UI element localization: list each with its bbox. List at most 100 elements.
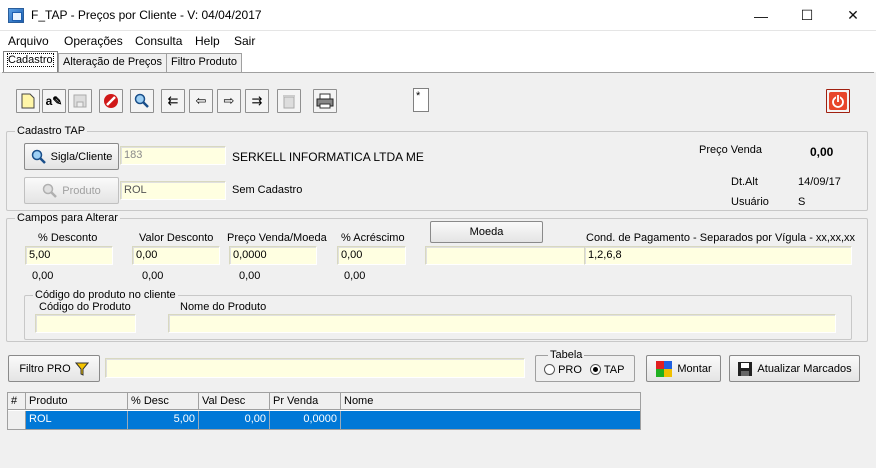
pro-radio[interactable] xyxy=(544,364,555,375)
montar-label: Montar xyxy=(677,362,712,375)
produto-field[interactable]: ROL xyxy=(120,181,226,200)
pct-acrescimo-label: % Acréscimo xyxy=(341,232,405,244)
edit-text-icon: a✎ xyxy=(45,94,63,108)
pct-desconto-field[interactable]: 5,00 xyxy=(25,246,113,265)
atualizar-marcados-button[interactable]: Atualizar Marcados xyxy=(729,355,860,382)
maximize-button[interactable]: ☐ xyxy=(784,0,830,31)
menu-sair[interactable]: Sair xyxy=(234,34,255,48)
grid-header-pr-venda[interactable]: Pr Venda xyxy=(270,393,341,410)
tab-cadastro[interactable]: Cadastro xyxy=(3,51,58,72)
menu-help[interactable]: Help xyxy=(195,34,220,48)
grid-header-nome[interactable]: Nome xyxy=(341,393,640,410)
new-document-icon xyxy=(21,93,35,109)
window-title: F_TAP - Preços por Cliente - V: 04/04/20… xyxy=(31,8,262,22)
tap-radio[interactable] xyxy=(590,364,601,375)
tab-filtro-produto[interactable]: Filtro Produto xyxy=(166,53,243,72)
grid-row-marker[interactable] xyxy=(8,411,26,429)
codigo-produto-field[interactable] xyxy=(35,314,136,333)
power-icon xyxy=(829,92,847,110)
close-button[interactable]: ✕ xyxy=(830,0,876,31)
grid-cell-desc[interactable]: 5,00 xyxy=(128,411,199,429)
grid-cell-nome[interactable] xyxy=(341,411,640,429)
preco-venda-label: Preço Venda xyxy=(699,144,762,156)
codigo-produto-label: Código do Produto xyxy=(39,301,131,313)
first-arrow-icon: ⇇ xyxy=(167,93,179,108)
cond-pagamento-field[interactable]: 1,2,6,8 xyxy=(584,246,852,265)
produto-button[interactable]: Produto xyxy=(24,177,119,204)
tabela-label: Tabela xyxy=(548,349,585,361)
save-button[interactable] xyxy=(68,89,92,113)
valor-desconto-field[interactable]: 0,00 xyxy=(132,246,220,265)
prev-arrow-icon: ⇦ xyxy=(195,93,207,108)
grid-cell-pr-venda[interactable]: 0,0000 xyxy=(270,411,341,429)
preco-moeda-field[interactable]: 0,0000 xyxy=(229,246,317,265)
preco-moeda-calc: 0,00 xyxy=(239,270,261,282)
filtro-pro-button[interactable]: Filtro PRO xyxy=(8,355,100,382)
minimize-button[interactable]: — xyxy=(738,0,784,31)
tabela-pro-option[interactable]: PRO xyxy=(544,364,582,376)
grid-cell-val-desc[interactable]: 0,00 xyxy=(199,411,270,429)
menu-consulta[interactable]: Consulta xyxy=(135,34,182,48)
tap-radio-label: TAP xyxy=(603,364,625,376)
produto-button-label: Produto xyxy=(62,184,101,197)
sigla-cliente-button[interactable]: Sigla/Cliente xyxy=(24,143,119,170)
cancel-button[interactable] xyxy=(99,89,123,113)
title-bar: F_TAP - Preços por Cliente - V: 04/04/20… xyxy=(0,0,876,31)
last-arrow-icon: ⇉ xyxy=(251,93,263,108)
montar-button[interactable]: Montar xyxy=(646,355,721,382)
grid-header-index[interactable]: # xyxy=(8,393,26,410)
pro-radio-label: PRO xyxy=(558,364,582,376)
cond-pagamento-label: Cond. de Pagamento - Separados por Vígul… xyxy=(586,232,856,244)
new-record-button[interactable] xyxy=(16,89,40,113)
moeda-field[interactable] xyxy=(425,246,588,265)
sigla-cliente-label: Sigla/Cliente xyxy=(50,150,113,163)
tabela-tap-option[interactable]: TAP xyxy=(590,364,624,376)
edit-record-button[interactable]: a✎ xyxy=(42,89,66,113)
moeda-button[interactable]: Moeda xyxy=(430,221,543,243)
grid-header-val-desc[interactable]: Val Desc xyxy=(199,393,270,410)
client-name: SERKELL INFORMATICA LTDA ME xyxy=(232,150,424,164)
menu-operacoes[interactable]: Operações xyxy=(64,34,123,48)
next-arrow-icon: ⇨ xyxy=(223,93,235,108)
usuario-label: Usuário xyxy=(731,196,769,208)
search-button[interactable] xyxy=(130,89,154,113)
preco-moeda-label: Preço Venda/Moeda xyxy=(227,232,327,244)
trash-icon xyxy=(283,95,295,109)
valor-desconto-label: Valor Desconto xyxy=(139,232,214,244)
valor-desconto-calc: 0,00 xyxy=(142,270,164,282)
dt-alt-label: Dt.Alt xyxy=(731,176,758,188)
pct-acrescimo-calc: 0,00 xyxy=(344,270,366,282)
menu-arquivo[interactable]: Arquivo xyxy=(8,34,49,48)
delete-button[interactable] xyxy=(277,89,301,113)
puzzle-icon xyxy=(656,360,673,377)
next-record-button[interactable]: ⇨ xyxy=(217,89,241,113)
last-record-button[interactable]: ⇉ xyxy=(245,89,269,113)
cancel-icon xyxy=(104,94,118,108)
tab-alteracao-precos[interactable]: Alteração de Preços xyxy=(58,53,168,72)
sigla-cliente-field[interactable]: 183 xyxy=(120,146,226,165)
filter-funnel-icon xyxy=(74,362,89,376)
record-marker-box: * xyxy=(413,88,429,112)
nome-produto-field[interactable] xyxy=(168,314,836,333)
filtro-pro-field[interactable] xyxy=(105,358,525,378)
app-icon xyxy=(8,8,24,23)
results-grid[interactable]: # Produto % Desc Val Desc Pr Venda Nome … xyxy=(7,392,641,430)
previous-record-button[interactable]: ⇦ xyxy=(189,89,213,113)
campos-alterar-title: Campos para Alterar xyxy=(15,212,120,224)
grid-header-desc[interactable]: % Desc xyxy=(128,393,199,410)
filtro-pro-label: Filtro PRO xyxy=(19,362,71,375)
tab-cadastro-label: Cadastro xyxy=(7,53,54,67)
exit-button[interactable] xyxy=(826,89,850,113)
save-disk-icon xyxy=(738,361,753,376)
dt-alt-value: 14/09/17 xyxy=(798,176,841,188)
usuario-value: S xyxy=(798,196,806,208)
grid-cell-produto[interactable]: ROL xyxy=(26,411,128,429)
menu-bar: Arquivo Operações Consulta Help Sair xyxy=(0,31,876,51)
pct-acrescimo-field[interactable]: 0,00 xyxy=(337,246,406,265)
codigo-cliente-title: Código do produto no cliente xyxy=(33,289,178,301)
grid-header-produto[interactable]: Produto xyxy=(26,393,128,410)
pct-desconto-label: % Desconto xyxy=(38,232,98,244)
print-button[interactable] xyxy=(313,89,337,113)
nome-produto-label: Nome do Produto xyxy=(180,301,267,313)
first-record-button[interactable]: ⇇ xyxy=(161,89,185,113)
